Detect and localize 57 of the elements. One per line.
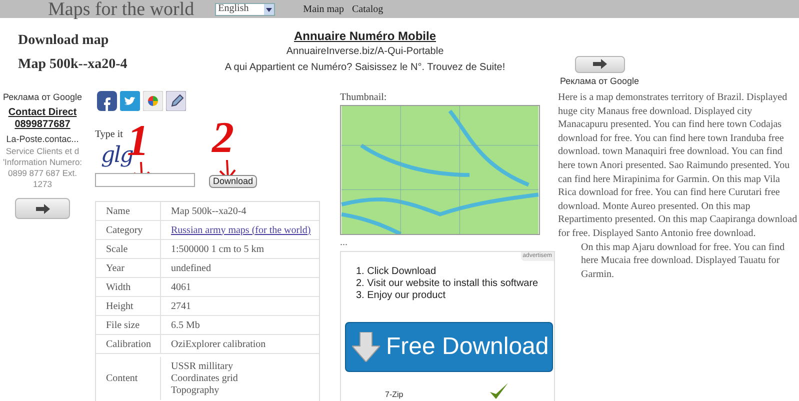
download-button[interactable]: Download: [209, 175, 258, 188]
nav-link[interactable]: Main map: [303, 2, 344, 16]
table-cell-text: 1:500000 1 cm to 5 km: [171, 242, 264, 256]
page-title: Download map: [18, 32, 110, 50]
bird-icon[interactable]: [120, 91, 140, 111]
table-cell: Coordinates grid: [171, 372, 238, 384]
description-text: Here is a map demonstrates territory of Brazil. Displayed huge city Manaus free download. Displayed city Manacapuru presented. You can find here town Codajas download for free. You can find here town Iranduba free download. town Manaquiri free download. You can find here town Anori presented. Sao Raimundo presented. You can find here Mirapinima for Garmin. On this map Vila Rica download for free. You can find here Curutari free download. Monte Aureo presented. On this map Repartimento presented. On this map Caapiranga download for free. Displayed Santo Antonio free download.: [558, 91, 798, 241]
next-button[interactable]: [15, 198, 70, 219]
table-cell-text: 4061: [171, 280, 191, 294]
captcha-input-field[interactable]: [95, 173, 195, 187]
category-link[interactable]: Russian army maps (for the world): [171, 222, 311, 238]
more-text: ...: [340, 237, 348, 249]
ad-item-text: 7-Zip: [385, 389, 404, 401]
ad-subtitle: La-Poste.contac...: [6, 132, 79, 146]
table-cell-text: USSR millitary: [171, 360, 234, 372]
pencil-icon[interactable]: [166, 91, 186, 111]
ad-label: Реклама от Google: [2, 91, 82, 104]
table-cell-text: Height: [106, 300, 134, 314]
thumbnail-label: Thumbnail:: [340, 91, 388, 105]
ad-label: Реклама от Google: [560, 74, 640, 88]
ad-step-text: 2. Visit our website to install this software: [356, 278, 540, 290]
next-button[interactable]: [574, 56, 625, 72]
ad-title-link[interactable]: Contact Direct 0899877687: [2, 106, 82, 130]
ad-title-link[interactable]: Annuaire Numéro Mobile: [294, 28, 436, 44]
language-select[interactable]: English: [215, 2, 276, 16]
table-cell-text: Scale: [106, 242, 128, 256]
table-cell-text: Width: [106, 280, 131, 294]
table-cell-text: Category: [106, 224, 143, 238]
map-title: Map 500k--xa20-4: [18, 56, 128, 74]
facebook-icon[interactable]: [97, 91, 117, 111]
table-cell-text: Topography: [171, 384, 220, 396]
table-cell-text: undefined: [171, 262, 211, 276]
ad-text: Service Clients et d 'Information Numero: 0899 877 687 Ext. 1273: [2, 146, 82, 190]
ad-url: AnnuaireInverse.biz/A-Qui-Portable: [286, 45, 444, 59]
table-cell-text: 2741: [171, 300, 191, 314]
table-cell-text: Calibration: [106, 338, 151, 352]
table-cell-text: Year: [106, 262, 124, 276]
ad-text: A qui Appartient ce Numéro? Saisissez le N°. Trouvez de Suite!: [224, 61, 506, 75]
buzz-icon[interactable]: [143, 91, 163, 111]
ad-step-text: 1. Click Download: [356, 266, 438, 278]
checkmark-icon: [489, 382, 509, 400]
ad-step-text: 3. Enjoy our product: [356, 290, 446, 302]
arrow-right-icon: [592, 59, 607, 70]
nav-link[interactable]: Catalog: [352, 2, 384, 16]
captcha-label: Type it: [95, 128, 123, 142]
table-cell-text: Name: [106, 204, 130, 218]
handwritten-number: 2: [212, 116, 234, 160]
table-cell-text: Map 500k--xa20-4: [171, 204, 246, 218]
dropdown-icon: [264, 4, 274, 14]
site-title: Maps for the world: [48, 0, 194, 18]
table-cell-text: OziExplorer calibration: [171, 338, 266, 352]
table-cell-text: 6.5 Mb: [171, 318, 200, 332]
free-download-button[interactable]: Free Download: [345, 322, 553, 372]
arrow-right-icon: [36, 204, 50, 214]
description-text: On this map Ajaru download for free. You can find here Mucaia free download. Displayed Tauatu for Garmin.: [580, 240, 786, 282]
table-cell-text: File size: [106, 318, 140, 332]
table-cell-text: Content: [106, 372, 138, 386]
